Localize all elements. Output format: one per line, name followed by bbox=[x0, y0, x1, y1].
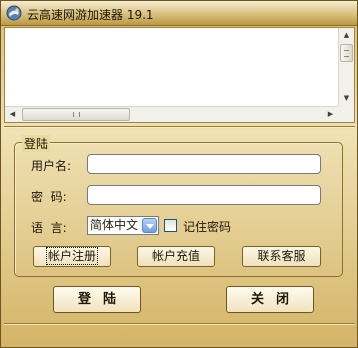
title-bar[interactable]: 云高速网游加速器 19.1 bbox=[1, 1, 357, 26]
scroll-left-icon[interactable]: ◀ bbox=[5, 107, 20, 122]
chevron-down-icon[interactable] bbox=[142, 218, 157, 233]
password-input[interactable] bbox=[87, 185, 321, 205]
login-button-label: 登陆 bbox=[77, 292, 128, 307]
recharge-account-button[interactable]: 帐户充值 bbox=[137, 246, 215, 267]
horizontal-scrollbar[interactable]: ◀ ▶ bbox=[5, 106, 338, 122]
password-label: 密 码: bbox=[31, 190, 67, 204]
login-button[interactable]: 登陆 bbox=[53, 286, 141, 313]
login-group-label: 登陆 bbox=[22, 135, 51, 152]
contact-support-button[interactable]: 联系客服 bbox=[242, 246, 321, 267]
scroll-right-icon[interactable]: ▶ bbox=[323, 107, 338, 122]
language-dropdown[interactable]: 简体中文 bbox=[87, 216, 159, 235]
vertical-scrollbar[interactable]: ▲ ▼ bbox=[338, 28, 354, 106]
log-area[interactable]: ▲ ▼ ◀ ▶ bbox=[4, 27, 355, 123]
register-account-button[interactable]: 帐户注册 bbox=[33, 246, 111, 267]
contact-support-label: 联系客服 bbox=[257, 249, 306, 263]
window-title: 云高速网游加速器 19.1 bbox=[27, 8, 154, 22]
app-logo-icon bbox=[6, 5, 22, 21]
horizontal-scroll-thumb[interactable] bbox=[22, 108, 130, 121]
scroll-up-icon[interactable]: ▲ bbox=[339, 28, 354, 43]
vertical-scroll-thumb[interactable] bbox=[340, 44, 353, 62]
language-label: 语 言: bbox=[31, 221, 67, 235]
recharge-account-label: 帐户充值 bbox=[151, 249, 200, 263]
username-input[interactable] bbox=[87, 154, 321, 174]
close-button[interactable]: 关闭 bbox=[226, 286, 314, 313]
scrollbar-corner bbox=[338, 106, 354, 122]
close-button-label: 关闭 bbox=[250, 292, 301, 307]
remember-password-checkbox[interactable] bbox=[164, 219, 177, 232]
divider bbox=[4, 126, 355, 128]
app-window: 云高速网游加速器 19.1 ▲ ▼ ◀ ▶ 登陆 用户名: 密 码: 语 言: … bbox=[0, 0, 358, 348]
register-account-label: 帐户注册 bbox=[45, 247, 99, 265]
username-label: 用户名: bbox=[31, 159, 72, 173]
scroll-down-icon[interactable]: ▼ bbox=[339, 91, 354, 106]
language-selected-value: 简体中文 bbox=[90, 218, 139, 232]
status-bar bbox=[4, 323, 355, 345]
remember-password-label[interactable]: 记住密码 bbox=[183, 218, 231, 235]
